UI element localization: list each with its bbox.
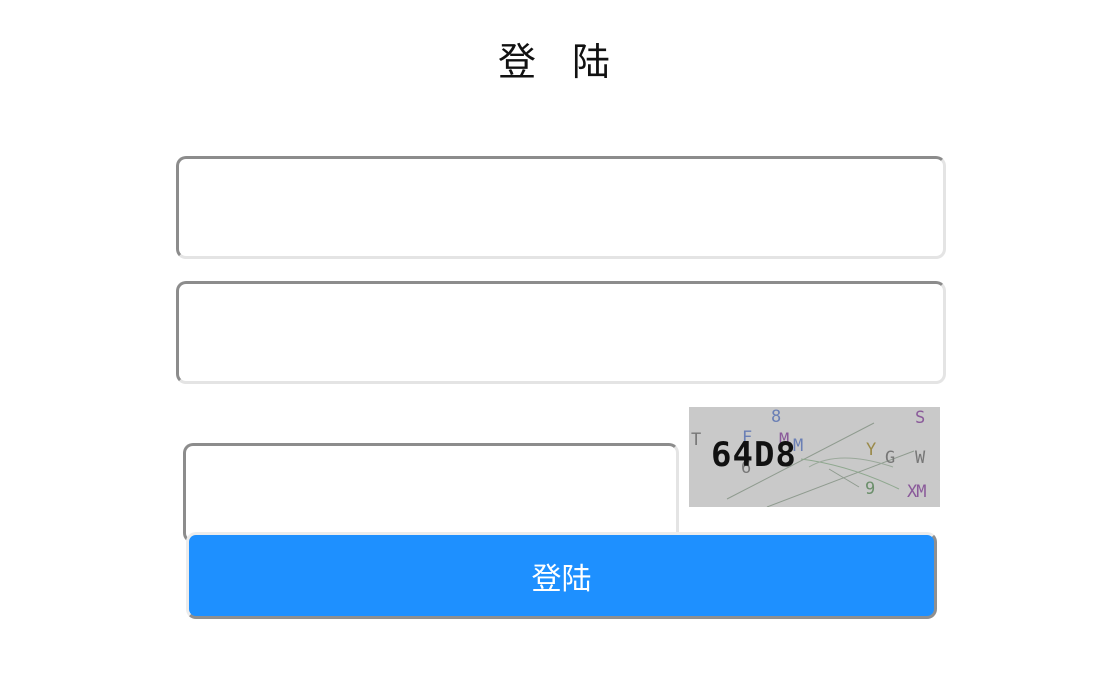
username-field[interactable] [176,156,946,259]
page-title: 登 陆 [497,40,623,84]
captcha-noise-char: 8 [771,407,782,427]
captcha-noise-char: W [915,448,926,468]
captcha-code: 64D8 [711,435,797,475]
captcha-noise-char: S [915,408,926,428]
captcha-image[interactable]: T F 8 M M Y G W S 9 XM 6 64D8 [689,407,940,507]
captcha-noise-char: T [691,430,702,450]
captcha-noise-char: XM [907,482,927,502]
captcha-noise-char: Y [866,440,877,460]
login-button[interactable]: 登陆 [186,532,937,619]
captcha-noise-char: 9 [865,479,876,499]
captcha-input[interactable] [183,443,679,543]
captcha-noise-char: G [885,448,896,468]
password-field[interactable] [176,281,946,384]
